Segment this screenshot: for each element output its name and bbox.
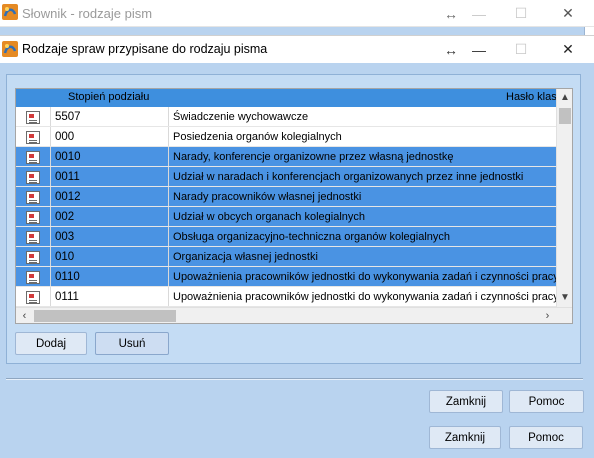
vertical-scrollbar[interactable]: ▲ ▼	[556, 89, 572, 307]
background-footer: Zamknij Pomoc	[0, 420, 594, 458]
row-icon-cell[interactable]	[16, 207, 51, 227]
row-name: Organizacja własnej jednostki	[173, 251, 318, 263]
column-header-level[interactable]: Stopień podziału	[68, 91, 149, 103]
maximize-glyph: ☐	[514, 5, 528, 21]
row-code: 0010	[52, 147, 169, 167]
table-row[interactable]: 0012 Narady pracowników własnej jednostki	[16, 187, 556, 207]
help-button[interactable]: Pomoc	[509, 390, 584, 413]
row-name: Udział w obcych organach kolegialnych	[173, 211, 365, 223]
document-icon	[26, 130, 40, 144]
table-row[interactable]: 000 Posiedzenia organów kolegialnych	[16, 127, 556, 147]
close-glyph: ✕	[562, 5, 574, 21]
scroll-left-icon[interactable]: ‹	[16, 308, 33, 323]
maximize-icon[interactable]: ☐	[498, 36, 544, 63]
scroll-up-icon[interactable]: ▲	[557, 89, 572, 106]
dialog-window: Rodzaje spraw przypisane do rodzaju pism…	[0, 35, 594, 422]
case-types-grid[interactable]: Stopień podziału Hasło klas 5507 Świadcze…	[15, 88, 573, 324]
minimize-icon[interactable]: —	[456, 36, 502, 63]
table-row[interactable]: 0010 Narady, konferencje organizowne prze…	[16, 147, 556, 167]
horizontal-scroll-thumb[interactable]	[34, 310, 176, 322]
document-icon	[26, 230, 40, 244]
background-titlebar: Słownik - rodzaje pism ↔ — ☐ ✕	[0, 0, 594, 27]
table-row[interactable]: 0011 Udział w naradach i konferencjach or…	[16, 167, 556, 187]
close-icon[interactable]: ✕	[545, 36, 591, 63]
row-code: 0011	[52, 167, 169, 187]
row-icon-cell[interactable]	[16, 167, 51, 187]
document-icon	[26, 150, 40, 164]
row-code: 000	[52, 127, 169, 147]
row-name: Upoważnienia pracowników jednostki do wy…	[173, 291, 556, 303]
table-row[interactable]: 002 Udział w obcych organach kolegialnych	[16, 207, 556, 227]
row-icon-cell[interactable]	[16, 187, 51, 207]
add-button[interactable]: Dodaj	[15, 332, 87, 355]
row-code: 0110	[52, 267, 169, 287]
row-icon-cell[interactable]	[16, 147, 51, 167]
document-icon	[26, 110, 40, 124]
close-icon[interactable]: ✕	[545, 0, 591, 27]
horizontal-scrollbar[interactable]: ‹ ›	[16, 307, 572, 323]
minimize-glyph: —	[472, 5, 486, 22]
row-icon-cell[interactable]	[16, 127, 51, 147]
row-icon-cell[interactable]	[16, 227, 51, 247]
vertical-scroll-thumb[interactable]	[559, 108, 571, 124]
row-name: Narady pracowników własnej jednostki	[173, 191, 362, 203]
row-code: 5507	[52, 107, 169, 127]
dialog-separator	[6, 378, 583, 380]
row-code: 010	[52, 247, 169, 267]
table-row[interactable]: 0111 Upoważnienia pracowników jednostki d…	[16, 287, 556, 307]
row-icon-cell[interactable]	[16, 267, 51, 287]
scroll-corner	[556, 308, 572, 323]
document-icon	[26, 290, 40, 304]
dialog-titlebar: Rodzaje spraw przypisane do rodzaju pism…	[0, 36, 594, 63]
column-header-keyword[interactable]: Hasło klas	[506, 91, 557, 103]
row-name: Posiedzenia organów kolegialnych	[173, 131, 342, 143]
grid-panel: Stopień podziału Hasło klas 5507 Świadcze…	[6, 74, 581, 364]
row-name: Narady, konferencje organizowne przez wł…	[173, 151, 454, 163]
row-name: Obsługa organizacyjno-techniczna organów…	[173, 231, 450, 243]
minimize-icon[interactable]: —	[456, 0, 502, 27]
background-window-title: Słownik - rodzaje pism	[22, 6, 153, 21]
row-name: Świadczenie wychowawcze	[173, 111, 309, 123]
grid-header: Stopień podziału Hasło klas	[16, 89, 557, 107]
scroll-right-icon[interactable]: ›	[539, 308, 556, 323]
row-code: 0012	[52, 187, 169, 207]
row-icon-cell[interactable]	[16, 287, 51, 307]
row-icon-cell[interactable]	[16, 107, 51, 127]
maximize-icon[interactable]: ☐	[498, 0, 544, 27]
document-icon	[26, 190, 40, 204]
background-close-button[interactable]: Zamknij	[429, 426, 501, 449]
app-logo-icon	[2, 41, 18, 57]
row-icon-cell[interactable]	[16, 247, 51, 267]
table-row[interactable]: 003 Obsługa organizacyjno-techniczna orga…	[16, 227, 556, 247]
table-row[interactable]: 5507 Świadczenie wychowawcze	[16, 107, 556, 127]
scroll-down-icon[interactable]: ▼	[557, 289, 572, 306]
table-row[interactable]: 010 Organizacja własnej jednostki	[16, 247, 556, 267]
app-logo-icon	[2, 4, 18, 20]
background-help-button[interactable]: Pomoc	[509, 426, 583, 449]
dialog-body: Stopień podziału Hasło klas 5507 Świadcze…	[0, 63, 594, 422]
dialog-title: Rodzaje spraw przypisane do rodzaju pism…	[22, 42, 268, 56]
document-icon	[26, 270, 40, 284]
row-code: 003	[52, 227, 169, 247]
grid-rows: 5507 Świadczenie wychowawcze 000 Posiedzeni…	[16, 107, 556, 307]
close-button[interactable]: Zamknij	[429, 390, 503, 413]
document-icon	[26, 170, 40, 184]
minimize-glyph: —	[472, 41, 486, 58]
document-icon	[26, 250, 40, 264]
close-glyph: ✕	[562, 41, 574, 57]
document-icon	[26, 210, 40, 224]
row-code: 002	[52, 207, 169, 227]
maximize-glyph: ☐	[514, 41, 528, 57]
row-code: 0111	[52, 287, 169, 307]
table-row[interactable]: 0110 Upoważnienia pracowników jednostki d…	[16, 267, 556, 287]
remove-button[interactable]: Usuń	[95, 332, 169, 355]
row-name: Udział w naradach i konferencjach organi…	[173, 171, 524, 183]
row-name: Upoważnienia pracowników jednostki do wy…	[173, 271, 556, 283]
